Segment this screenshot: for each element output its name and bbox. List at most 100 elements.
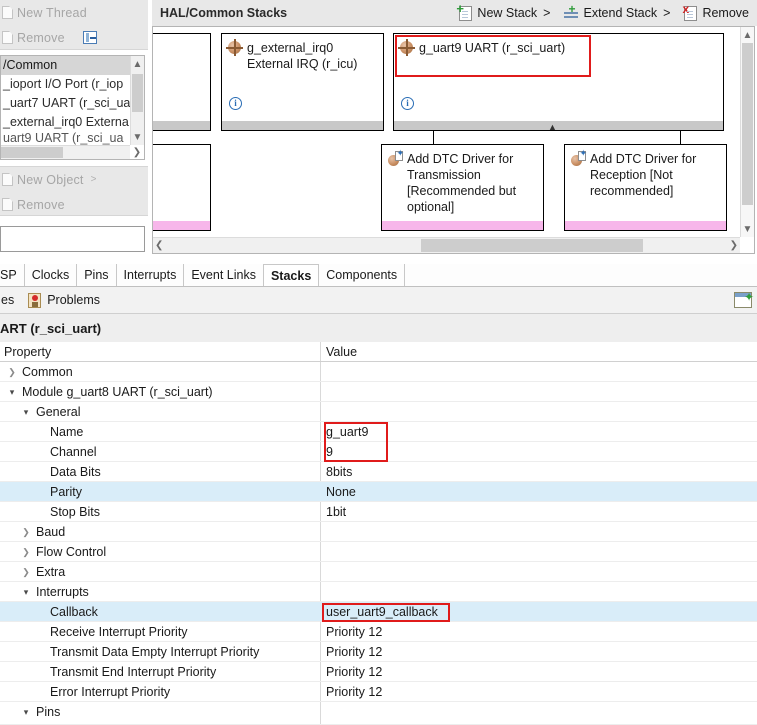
- property-value[interactable]: Priority 12: [326, 622, 382, 642]
- node-footer: [152, 121, 210, 130]
- info-icon[interactable]: i: [401, 97, 414, 110]
- property-label: Common: [22, 362, 73, 382]
- tab-problems[interactable]: Problems: [28, 293, 100, 308]
- extend-stack-label: Extend Stack: [583, 6, 657, 20]
- table-row[interactable]: Receive Interrupt Priority Priority 12: [0, 622, 757, 642]
- stack-node-dtc-reception[interactable]: ✦ Add DTC Driver for Reception [Not reco…: [564, 144, 727, 231]
- tab-event-links[interactable]: Event Links: [183, 264, 264, 286]
- node-footer: [565, 221, 726, 230]
- collapse-all-icon[interactable]: [83, 31, 97, 44]
- table-row[interactable]: Name g_uart9: [0, 422, 757, 442]
- chevron-left-icon[interactable]: ❮: [155, 238, 163, 253]
- canvas-hscrollbar[interactable]: ❮ ❯: [153, 237, 740, 253]
- module-icon: [228, 41, 241, 54]
- stacks-canvas[interactable]: g_external_irq0 External IRQ (r_icu) i g…: [152, 26, 755, 254]
- table-row[interactable]: Channel 9: [0, 442, 757, 462]
- stack-node-uart9[interactable]: g_uart9 UART (r_sci_uart) i: [393, 33, 724, 131]
- list-item[interactable]: uart9 UART (r_sci_ua: [1, 132, 144, 145]
- table-row[interactable]: Data Bits 8bits: [0, 462, 757, 482]
- new-object-button[interactable]: New Object >: [0, 167, 148, 192]
- node-title: g_uart9 UART (r_sci_uart): [419, 40, 565, 56]
- chevron-up-icon[interactable]: ▲: [548, 122, 557, 132]
- object-list-box[interactable]: [0, 226, 145, 252]
- table-row[interactable]: Transmit Data Empty Interrupt Priority P…: [0, 642, 757, 662]
- chevron-right-icon[interactable]: ❯: [6, 362, 18, 382]
- table-row[interactable]: ❯ Flow Control: [0, 542, 757, 562]
- object-remove-button[interactable]: Remove: [0, 192, 148, 217]
- editor-tabbar: SP Clocks Pins Interrupts Event Links St…: [0, 264, 757, 287]
- property-label: Channel: [50, 442, 97, 462]
- component-list-vscrollbar[interactable]: ▲ ▼: [130, 56, 144, 145]
- remove-stack-button[interactable]: Remove: [684, 6, 749, 21]
- tab-interrupts[interactable]: Interrupts: [116, 264, 185, 286]
- tab-clocks[interactable]: Clocks: [24, 264, 78, 286]
- property-value[interactable]: Priority 12: [326, 642, 382, 662]
- list-item[interactable]: /Common: [1, 56, 144, 75]
- tab-pins[interactable]: Pins: [76, 264, 116, 286]
- property-value[interactable]: 9: [326, 442, 333, 462]
- property-value[interactable]: 8bits: [326, 462, 352, 482]
- chevron-down-icon[interactable]: ▾: [20, 402, 32, 422]
- thread-remove-button[interactable]: Remove: [0, 25, 148, 50]
- chevron-right-icon[interactable]: ❯: [130, 146, 144, 159]
- chevron-down-icon[interactable]: ▾: [6, 382, 18, 402]
- property-label: Extra: [36, 562, 65, 582]
- property-value[interactable]: Priority 12: [326, 662, 382, 682]
- info-icon[interactable]: i: [229, 97, 242, 110]
- chevron-up-icon[interactable]: ▲: [131, 56, 144, 72]
- property-value[interactable]: 1bit: [326, 502, 346, 522]
- table-header-row: Property Value: [0, 342, 757, 362]
- tab-bsp[interactable]: SP: [0, 264, 25, 286]
- list-item[interactable]: _external_irq0 Externa: [1, 113, 144, 132]
- vscroll-thumb[interactable]: [742, 43, 753, 205]
- tab-components[interactable]: Components: [318, 264, 405, 286]
- table-row[interactable]: ▾ General: [0, 402, 757, 422]
- table-row[interactable]: Parity None: [0, 482, 757, 502]
- chevron-down-icon[interactable]: ▼: [741, 221, 754, 237]
- tab-stacks[interactable]: Stacks: [263, 264, 319, 286]
- node-line3: ]: [152, 183, 204, 199]
- chevron-up-icon[interactable]: ▲: [741, 27, 754, 43]
- list-item[interactable]: _uart7 UART (r_sci_ua: [1, 94, 144, 113]
- chevron-right-icon[interactable]: ❯: [730, 238, 738, 253]
- table-row[interactable]: ▾ Pins: [0, 702, 757, 725]
- hscroll-thumb[interactable]: [1, 147, 63, 158]
- property-value[interactable]: Priority 12: [326, 682, 382, 702]
- property-value[interactable]: user_uart9_callback: [326, 602, 438, 622]
- extend-stack-button[interactable]: + Extend Stack >: [564, 6, 670, 20]
- component-list-hscrollbar[interactable]: ❯: [1, 145, 130, 159]
- table-row[interactable]: ▾ Interrupts: [0, 582, 757, 602]
- properties-table[interactable]: Property Value ❯ Common ▾ Module g_uart8…: [0, 342, 757, 725]
- stack-node-clipped-top[interactable]: [152, 33, 211, 131]
- property-value[interactable]: None: [326, 482, 356, 502]
- table-row[interactable]: ▾ Module g_uart8 UART (r_sci_uart): [0, 382, 757, 402]
- new-view-icon[interactable]: ✦: [734, 292, 752, 308]
- thread-remove-label: Remove: [17, 31, 65, 45]
- new-thread-button[interactable]: New Thread: [0, 0, 148, 25]
- chevron-right-icon[interactable]: ❯: [20, 522, 32, 542]
- new-stack-button[interactable]: New Stack >: [459, 6, 550, 21]
- chevron-down-icon[interactable]: ▼: [131, 129, 144, 145]
- table-row[interactable]: Stop Bits 1bit: [0, 502, 757, 522]
- stack-node-clipped-bottom[interactable]: r for t ]: [152, 144, 211, 231]
- table-row[interactable]: Callback user_uart9_callback: [0, 602, 757, 622]
- component-list[interactable]: /Common _ioport I/O Port (r_iop _uart7 U…: [0, 55, 145, 160]
- chevron-right-icon[interactable]: ❯: [20, 542, 32, 562]
- chevron-right-icon[interactable]: ❯: [20, 562, 32, 582]
- table-row[interactable]: Error Interrupt Priority Priority 12: [0, 682, 757, 702]
- chevron-down-icon[interactable]: ▾: [20, 582, 32, 602]
- vscroll-thumb[interactable]: [132, 74, 143, 112]
- stack-node-external-irq0[interactable]: g_external_irq0 External IRQ (r_icu) i: [221, 33, 384, 131]
- table-row[interactable]: ❯ Extra: [0, 562, 757, 582]
- clipped-view-tab[interactable]: es: [0, 293, 14, 307]
- list-item[interactable]: _ioport I/O Port (r_iop: [1, 75, 144, 94]
- chevron-down-icon[interactable]: ▾: [20, 702, 32, 722]
- table-row[interactable]: ❯ Baud: [0, 522, 757, 542]
- hscroll-thumb[interactable]: [421, 239, 643, 252]
- property-value[interactable]: g_uart9: [326, 422, 368, 442]
- stack-node-dtc-transmission[interactable]: ✦ Add DTC Driver for Transmission [Recom…: [381, 144, 544, 231]
- canvas-vscrollbar[interactable]: ▲ ▼: [740, 27, 754, 237]
- table-row[interactable]: Transmit End Interrupt Priority Priority…: [0, 662, 757, 682]
- table-row[interactable]: ❯ Common: [0, 362, 757, 382]
- node-footer: [222, 121, 383, 130]
